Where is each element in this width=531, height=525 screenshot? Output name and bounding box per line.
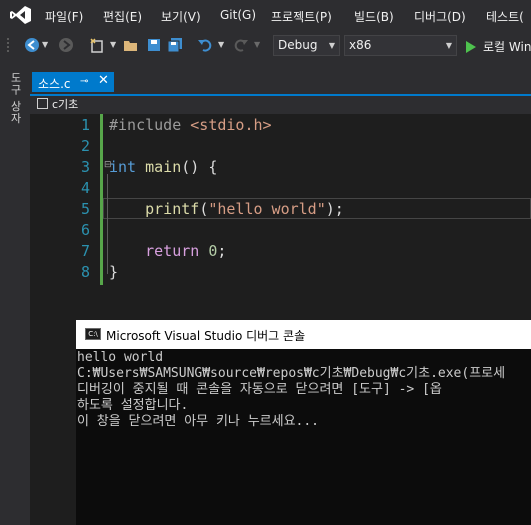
platform-value: x86	[349, 38, 372, 52]
code-line-5[interactable]: 5 printf("hello world");	[30, 199, 531, 220]
console-output[interactable]: hello world C:₩Users₩SAMSUNG₩source₩repo…	[76, 349, 531, 525]
console-title: Microsoft Visual Studio 디버그 콘솔	[106, 329, 306, 343]
forward-arrow-icon	[59, 38, 73, 52]
code-line-7[interactable]: 7 return 0;	[30, 241, 531, 262]
function-name: main	[145, 158, 182, 176]
document-tab-label: 소스.c	[38, 77, 71, 91]
solution-platform-dropdown[interactable]: x86 ▼	[344, 35, 457, 56]
string-literal: "hello world"	[208, 200, 326, 218]
line-number: 8	[80, 263, 90, 281]
undo-icon[interactable]	[197, 37, 213, 53]
function-signature-rest: () {	[181, 158, 218, 176]
open-paren: (	[199, 200, 209, 218]
close-paren-semicolon: );	[325, 200, 344, 218]
return-type-keyword: int	[109, 158, 137, 176]
semicolon: ;	[217, 242, 227, 260]
code-line-3[interactable]: 3 int main() {	[30, 157, 531, 178]
project-scope-dropdown[interactable]: c기초	[32, 96, 292, 112]
undo-dropdown-chevron-icon[interactable]: ▼	[218, 40, 224, 56]
chevron-down-icon: ▼	[328, 41, 335, 50]
include-header: <stdio.h>	[190, 116, 272, 134]
open-folder-icon[interactable]	[123, 37, 139, 53]
project-scope-label: c기초	[52, 98, 79, 111]
line-number: 6	[80, 221, 90, 239]
console-line: hello world	[77, 350, 164, 365]
console-line: 디버깅이 중지될 때 콘솔을 자동으로 닫으려면 [도구] -> [옵	[77, 382, 442, 397]
back-arrow-icon[interactable]	[24, 37, 40, 53]
menu-bar: 파일(F) 편집(E) 보기(V) Git(G) 프로젝트(P) 빌드(B) 디…	[0, 0, 531, 31]
back-dropdown-chevron-icon[interactable]: ▼	[42, 40, 48, 56]
line-number: 2	[80, 137, 90, 155]
menu-project[interactable]: 프로젝트(P)	[271, 8, 332, 25]
code-line-1[interactable]: 1 #include <stdio.h>	[30, 115, 531, 136]
start-debugging-play-icon[interactable]	[465, 39, 477, 55]
save-all-icon[interactable]	[167, 37, 183, 53]
closing-brace: }	[109, 263, 119, 281]
code-line-8[interactable]: 8 }	[30, 262, 531, 283]
start-debugging-button[interactable]: 로컬 Win	[483, 38, 531, 55]
code-line-2[interactable]: 2	[30, 136, 531, 157]
code-line-6[interactable]: 6	[30, 220, 531, 241]
visual-studio-logo-icon[interactable]	[10, 5, 32, 25]
return-keyword: return	[145, 242, 200, 260]
console-title-bar[interactable]: C:\ Microsoft Visual Studio 디버그 콘솔	[76, 320, 531, 349]
preprocessor-directive: #include	[109, 116, 182, 134]
menu-build[interactable]: 빌드(B)	[354, 8, 394, 25]
line-number: 5	[80, 200, 90, 218]
menu-view[interactable]: 보기(V)	[161, 8, 201, 25]
document-tab-source-c[interactable]: 소스.c ⊸ ✕	[32, 72, 114, 92]
toolbar-grip-icon[interactable]	[6, 37, 12, 53]
menu-file[interactable]: 파일(F)	[45, 8, 83, 25]
chevron-down-icon: ▼	[445, 41, 452, 50]
console-line: 이 창을 닫으려면 아무 키나 누르세요...	[77, 414, 320, 429]
line-number: 1	[80, 116, 90, 134]
save-icon[interactable]	[146, 37, 162, 53]
menu-test[interactable]: 테스트(	[486, 8, 524, 25]
menu-git[interactable]: Git(G)	[220, 8, 256, 22]
new-project-icon[interactable]	[89, 37, 105, 53]
new-dropdown-chevron-icon[interactable]: ▼	[110, 40, 116, 56]
close-icon[interactable]: ✕	[98, 73, 109, 88]
toolbox-tab[interactable]: 도구 상자	[7, 72, 23, 125]
side-tool-window-strip	[0, 62, 30, 525]
console-line: C:₩Users₩SAMSUNG₩source₩repos₩c기초₩Debug₩…	[77, 366, 506, 381]
configuration-value: Debug	[278, 38, 318, 52]
console-app-icon: C:\	[85, 328, 101, 340]
code-line-4[interactable]: 4	[30, 178, 531, 199]
redo-dropdown-chevron-icon: ▼	[254, 40, 261, 49]
line-number: 7	[80, 242, 90, 260]
pin-icon[interactable]: ⊸	[80, 76, 88, 87]
project-icon	[37, 98, 48, 109]
navigation-bar: c기초	[30, 96, 531, 112]
redo-icon	[234, 39, 248, 52]
menu-debug[interactable]: 디버그(D)	[414, 8, 466, 25]
solution-configuration-dropdown[interactable]: Debug ▼	[273, 35, 340, 56]
function-call: printf	[145, 200, 200, 218]
console-line: 하도록 설정합니다.	[77, 398, 189, 413]
line-number: 3	[80, 158, 90, 176]
document-tab-well: 소스.c ⊸ ✕	[30, 70, 531, 96]
menu-edit[interactable]: 편집(E)	[103, 8, 142, 25]
debug-console-window[interactable]: C:\ Microsoft Visual Studio 디버그 콘솔 hello…	[76, 320, 531, 525]
standard-toolbar: ▼ ▼ ▼ ▼ Debug ▼ x86 ▼ 로컬 Win	[0, 31, 531, 60]
line-number: 4	[80, 179, 90, 197]
